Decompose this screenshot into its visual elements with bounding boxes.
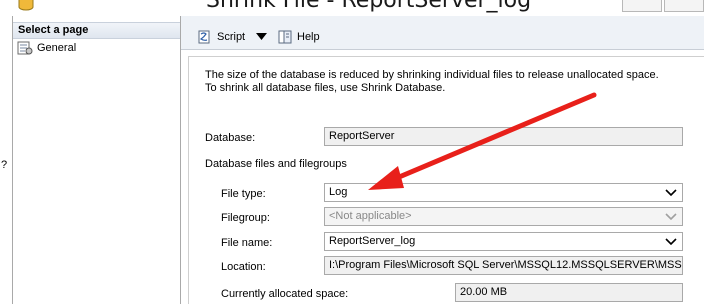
allocated-space-field: 20.00 MB xyxy=(455,283,683,302)
script-dropdown-button[interactable] xyxy=(256,28,271,46)
select-page-header-label: Select a page xyxy=(18,24,89,36)
description-line-2: To shrink all database files, use Shrink… xyxy=(205,82,446,94)
description: The size of the database is reduced by s… xyxy=(205,69,685,95)
title-bar: Shrink File - ReportServer_log xyxy=(0,0,704,16)
script-icon xyxy=(198,30,210,44)
minimize-button[interactable] xyxy=(622,0,662,12)
file-type-label: File type: xyxy=(221,188,266,200)
script-button-label: Script xyxy=(217,31,246,43)
allocated-space-label: Currently allocated space: xyxy=(221,288,349,300)
chevron-down-icon xyxy=(665,213,677,221)
help-button-label: Help xyxy=(297,31,320,43)
select-page-pane: Select a page General xyxy=(13,16,181,304)
main-pane: Script Help The size of the database is … xyxy=(181,16,704,304)
toolbar: Script Help xyxy=(181,16,704,50)
chevron-down-icon xyxy=(256,33,267,40)
file-name-label: File name: xyxy=(221,237,273,249)
window-title: Shrink File - ReportServer_log xyxy=(206,0,532,13)
help-button[interactable]: Help xyxy=(277,28,320,46)
general-page-content: The size of the database is reduced by s… xyxy=(188,56,704,304)
page-item-general-label: General xyxy=(37,42,77,54)
page-item-general[interactable]: General xyxy=(17,40,76,56)
filegroup-value: <Not applicable> xyxy=(329,210,412,222)
database-icon xyxy=(18,0,34,11)
database-field: ReportServer xyxy=(324,127,683,146)
description-line-1: The size of the database is reduced by s… xyxy=(205,69,659,81)
left-edge: ? xyxy=(0,16,13,304)
file-type-select[interactable]: Log xyxy=(324,183,683,202)
page-settings-icon xyxy=(17,41,33,55)
maximize-button[interactable] xyxy=(664,0,704,12)
location-label: Location: xyxy=(221,261,266,273)
file-name-value: ReportServer_log xyxy=(329,235,416,247)
script-button[interactable]: Script xyxy=(197,28,245,46)
filegroup-select: <Not applicable> xyxy=(324,207,683,226)
files-section-label: Database files and filegroups xyxy=(205,158,347,170)
chevron-down-icon xyxy=(665,238,677,246)
file-name-select[interactable]: ReportServer_log xyxy=(324,232,683,251)
select-page-header: Select a page xyxy=(13,22,180,39)
partial-glyph: ? xyxy=(1,159,8,171)
file-type-value: Log xyxy=(329,186,348,198)
database-label: Database: xyxy=(205,132,256,144)
chevron-down-icon xyxy=(665,189,677,197)
help-icon xyxy=(278,30,292,44)
filegroup-label: Filegroup: xyxy=(221,212,270,224)
location-field: I:\Program Files\Microsoft SQL Server\MS… xyxy=(324,256,683,275)
